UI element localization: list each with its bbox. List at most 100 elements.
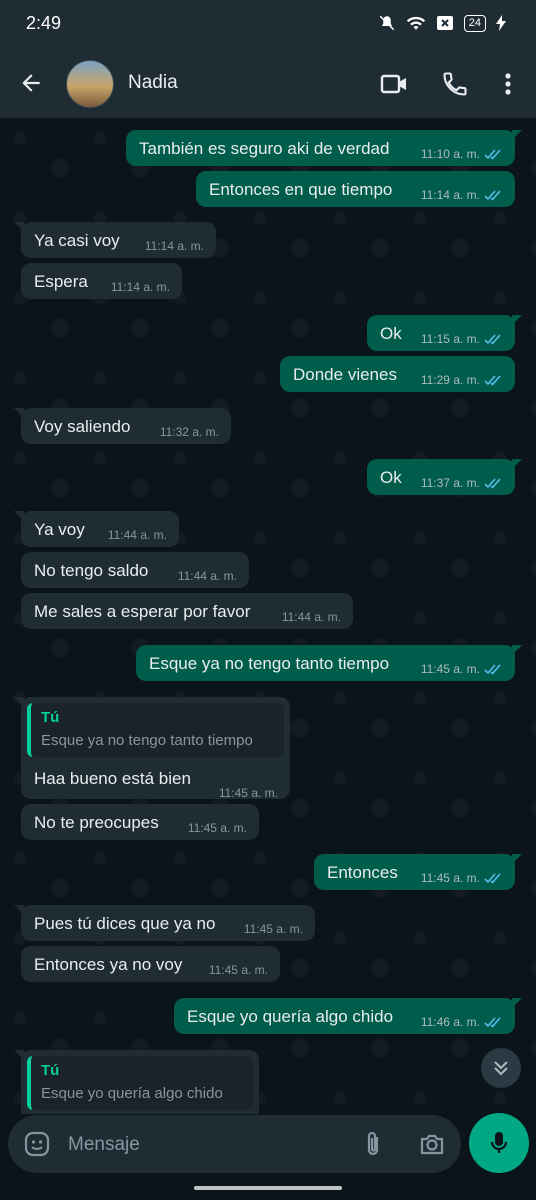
message-meta: 11:45 a. m. (188, 821, 247, 835)
read-ticks-icon (484, 664, 501, 675)
message-meta: 11:10 a. m. (421, 147, 503, 161)
message-text: Ok (380, 468, 402, 487)
message-time: 11:29 a. m. (420, 373, 480, 387)
quoted-text: Esque yo quería algo chido (41, 1085, 223, 1102)
message-time: 11:46 a. m. (420, 1015, 480, 1029)
message-time: 11:14 a. m. (144, 239, 204, 253)
message-meta: 11:45 a. m. (244, 922, 303, 936)
message-time: 11:44 a. m. (177, 569, 237, 583)
attach-icon[interactable] (360, 1130, 386, 1158)
message-time: 11:14 a. m. (420, 188, 480, 202)
message-meta: 11:45 a. m. (219, 786, 278, 800)
read-ticks-icon (484, 334, 501, 345)
message-bubble-incoming[interactable]: Voy saliendo 11:32 a. m. (14, 408, 231, 444)
voice-message-button[interactable] (469, 1113, 529, 1173)
message-text: No tengo saldo (34, 561, 149, 580)
message-meta: 11:44 a. m. (178, 569, 237, 583)
video-call-icon[interactable] (380, 70, 408, 98)
message-text: Ya voy (34, 520, 85, 539)
message-text: Esque yo quería algo chido (187, 1007, 394, 1026)
read-ticks-icon (484, 375, 501, 386)
message-time: 11:45 a. m. (243, 922, 303, 936)
message-list[interactable]: También es seguro aki de verdad 11:10 a.… (0, 118, 536, 1114)
message-time: 11:45 a. m. (420, 662, 480, 676)
scroll-down-button[interactable] (481, 1048, 521, 1088)
chat-header: Nadia (0, 50, 536, 118)
message-text: Voy saliendo (34, 417, 131, 436)
message-bubble-outgoing[interactable]: Entonces 11:45 a. m. (314, 854, 522, 890)
more-vert-icon[interactable] (494, 70, 522, 98)
quoted-author: Tú (41, 1062, 60, 1079)
message-text: Entonces en que tiempo (209, 180, 393, 199)
message-time: 11:14 a. m. (110, 280, 170, 294)
camera-icon[interactable] (418, 1130, 446, 1158)
message-composer (8, 1115, 461, 1173)
message-bubble-incoming[interactable]: Espera 11:14 a. m. (21, 263, 182, 299)
message-text: Ya casi voy (34, 231, 120, 250)
message-bubble-outgoing[interactable]: Ok 11:15 a. m. (367, 315, 522, 351)
message-bubble-outgoing[interactable]: También es seguro aki de verdad 11:10 a.… (126, 130, 522, 166)
read-ticks-icon (484, 873, 501, 884)
message-time: 11:15 a. m. (420, 332, 480, 346)
message-bubble-outgoing[interactable]: Esque yo quería algo chido 11:46 a. m. (174, 998, 522, 1034)
back-arrow-icon[interactable] (18, 70, 44, 96)
message-time: 11:45 a. m. (420, 871, 480, 885)
message-meta: 11:15 a. m. (421, 332, 503, 346)
message-meta: 11:45 a. m. (209, 963, 268, 977)
message-bubble-outgoing[interactable]: Esque ya no tengo tanto tiempo 11:45 a. … (136, 645, 522, 681)
message-bubble-incoming[interactable]: Entonces ya no voy 11:45 a. m. (21, 946, 280, 982)
status-time: 2:49 (26, 13, 62, 33)
message-bubble-outgoing[interactable]: Ok 11:37 a. m. (367, 459, 522, 495)
message-meta: 11:32 a. m. (160, 425, 219, 439)
message-text: Haa bueno está bien (34, 769, 191, 788)
message-meta: 11:14 a. m. (111, 280, 170, 294)
message-text: Esque ya no tengo tanto tiempo (149, 654, 390, 673)
message-meta: 11:45 a. m. (421, 662, 503, 676)
message-bubble-incoming[interactable]: Me sales a esperar por favor 11:44 a. m. (21, 593, 353, 629)
mute-icon (379, 15, 395, 31)
message-bubble-incoming[interactable]: Pues tú dices que ya no 11:45 a. m. (14, 905, 315, 941)
message-bubble-incoming[interactable]: No tengo saldo 11:44 a. m. (21, 552, 249, 588)
status-icons: 24 (378, 14, 506, 32)
message-time: 11:10 a. m. (420, 147, 480, 161)
message-bubble-incoming[interactable]: No te preocupes 11:45 a. m. (21, 804, 259, 840)
message-bubble-incoming[interactable]: Ya casi voy 11:14 a. m. (14, 222, 216, 258)
battery-indicator: 24 (463, 14, 486, 32)
message-meta: 11:45 a. m. (421, 871, 503, 885)
charging-icon (496, 15, 506, 31)
message-time: 11:45 a. m. (187, 821, 247, 835)
message-bubble-incoming[interactable]: Ya voy 11:44 a. m. (14, 511, 179, 547)
message-input[interactable] (66, 1129, 340, 1161)
scroll-down-icon (494, 1061, 508, 1076)
quoted-message[interactable]: Tú Esque yo quería algo chido (27, 1056, 253, 1110)
message-text: También es seguro aki de verdad (139, 139, 390, 158)
mic-icon (490, 1132, 508, 1153)
message-text: Entonces (327, 863, 398, 882)
message-meta: 11:44 a. m. (282, 610, 341, 624)
message-time: 11:44 a. m. (107, 528, 167, 542)
wifi-icon (406, 16, 425, 30)
message-text: Espera (34, 272, 88, 291)
read-ticks-icon (484, 190, 501, 201)
sticker-icon[interactable] (24, 1131, 50, 1157)
quoted-message[interactable]: Tú Esque ya no tengo tanto tiempo (27, 703, 284, 757)
home-gesture-handle[interactable] (194, 1186, 342, 1190)
read-ticks-icon (484, 1017, 501, 1028)
message-bubble-outgoing[interactable]: Entonces en que tiempo 11:14 a. m. (196, 171, 515, 207)
reply-message-bubble[interactable]: Tú Esque ya no tengo tanto tiempo Haa bu… (14, 697, 290, 800)
message-text: No te preocupes (34, 813, 159, 832)
read-ticks-icon (484, 149, 501, 160)
status-bar: 2:49 24 (0, 0, 536, 50)
message-text: Ok (380, 324, 402, 343)
system-nav-bar (0, 1176, 536, 1200)
message-time: 11:32 a. m. (159, 425, 219, 439)
reply-message-bubble[interactable]: Tú Esque yo quería algo chido (14, 1050, 259, 1114)
contact-name[interactable]: Nadia (128, 72, 178, 94)
message-time: 11:45 a. m. (208, 963, 268, 977)
message-bubble-outgoing[interactable]: Donde vienes 11:29 a. m. (280, 356, 515, 392)
message-text: Pues tú dices que ya no (34, 914, 216, 933)
quoted-author: Tú (41, 709, 60, 726)
contact-avatar[interactable] (66, 60, 114, 108)
message-text: Me sales a esperar por favor (34, 602, 251, 621)
phone-icon[interactable] (441, 70, 469, 98)
